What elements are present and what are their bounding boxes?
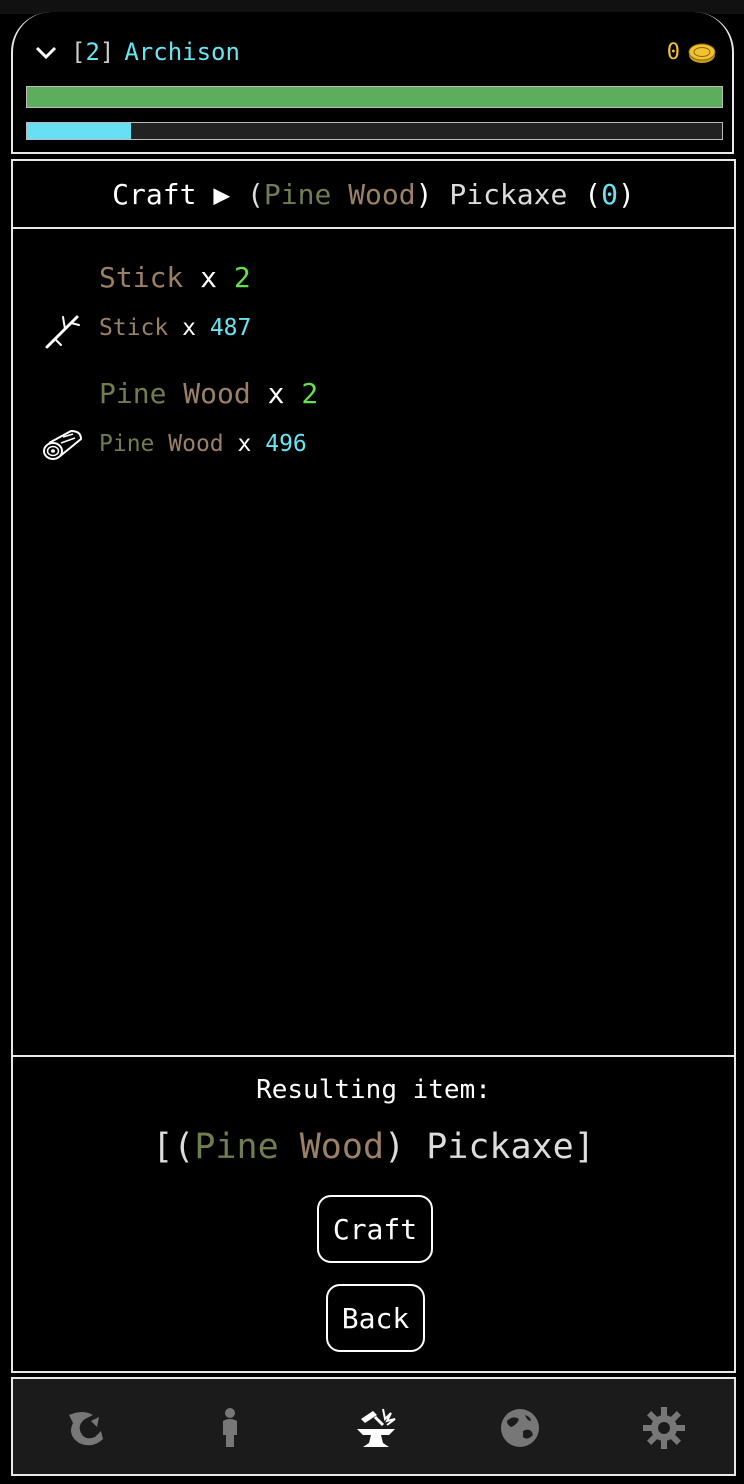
- dragon-icon: [69, 1412, 103, 1446]
- xp-bar-fill: [27, 123, 132, 139]
- ingredient-owned: Stick x 487: [99, 315, 252, 341]
- material-pine: Pine: [263, 177, 332, 211]
- paren: ): [617, 177, 635, 211]
- stick-icon: [45, 315, 80, 349]
- item-name: Pickaxe: [449, 177, 568, 211]
- nav-world[interactable]: [497, 1405, 543, 1451]
- paren: ): [415, 177, 433, 211]
- coin-icon: [688, 43, 716, 63]
- result-label: Resulting item:: [256, 1075, 491, 1105]
- ingredient-owned: Pine Wood x 496: [99, 431, 307, 457]
- craft-title: Craft ▶ (Pine Wood) Pickaxe (0): [11, 159, 736, 229]
- world-icon: [501, 1409, 539, 1447]
- health-bar: [26, 86, 723, 108]
- back-button[interactable]: Back: [326, 1284, 425, 1352]
- ingredient-list: Stick x 2 Stick x 487 Pine Wood x 2 Pine…: [11, 227, 736, 1057]
- craft-label: Craft: [112, 177, 197, 211]
- material-wood: Wood: [348, 177, 416, 211]
- craft-button[interactable]: Craft: [317, 1195, 433, 1263]
- owned-count: 0: [601, 177, 618, 211]
- ingredient-requirement: Stick x 2: [99, 261, 251, 294]
- gold-amount: 0: [666, 40, 680, 65]
- result-panel: Resulting item: [(Pine Wood) Pickaxe] Cr…: [11, 1055, 736, 1373]
- chevron-down-icon[interactable]: [35, 41, 57, 63]
- paren: (: [247, 177, 264, 211]
- character-icon: [223, 1408, 237, 1447]
- ingredient-requirement: Pine Wood x 2: [99, 377, 319, 410]
- health-bar-fill: [27, 87, 722, 107]
- bottom-nav: [11, 1377, 736, 1476]
- player-header: [2] Archison 0: [11, 12, 734, 154]
- arrow-icon: ▶: [213, 177, 231, 211]
- nav-craft[interactable]: [353, 1405, 399, 1451]
- player-info[interactable]: [2] Archison: [35, 38, 240, 66]
- nav-settings[interactable]: [641, 1405, 687, 1451]
- anvil-icon: [357, 1408, 396, 1447]
- log-icon: [43, 429, 83, 460]
- nav-character[interactable]: [207, 1405, 253, 1451]
- player-level: [2]: [71, 38, 115, 66]
- gold-display: 0: [667, 40, 716, 65]
- nav-dragon[interactable]: [63, 1405, 109, 1451]
- gear-icon: [643, 1407, 685, 1449]
- player-name: Archison: [124, 38, 240, 66]
- result-item-name: [(Pine Wood) Pickaxe]: [152, 1127, 595, 1167]
- xp-bar: [26, 122, 723, 140]
- paren: (: [584, 177, 602, 211]
